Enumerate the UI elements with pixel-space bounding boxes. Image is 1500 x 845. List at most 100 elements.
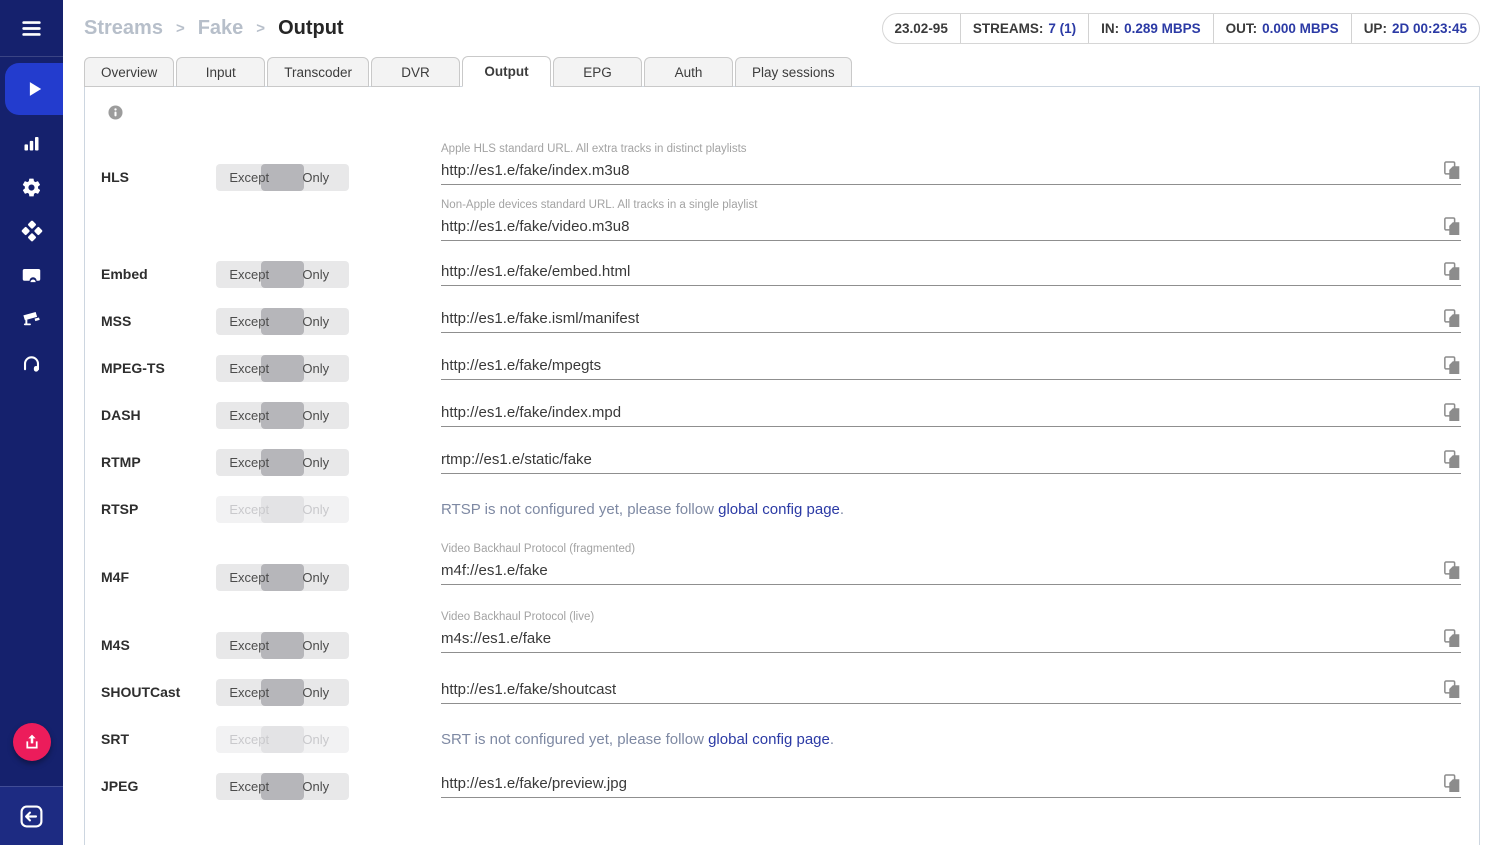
protocol-label: Embed bbox=[101, 261, 216, 282]
tab-auth[interactable]: Auth bbox=[644, 57, 733, 87]
upload-button[interactable] bbox=[13, 723, 51, 761]
url-field-group: http://es1.e/fake/index.mpd bbox=[441, 402, 1461, 427]
url-field: http://es1.e/fake/index.mpd bbox=[441, 402, 1461, 427]
except-only-toggle[interactable]: ExceptOnly bbox=[216, 679, 349, 706]
url-value[interactable]: http://es1.e/fake/embed.html bbox=[441, 263, 630, 280]
protocol-row-rtsp: RTSPExceptOnlyRTSP is not configured yet… bbox=[101, 496, 1461, 523]
breadcrumb-item-fake[interactable]: Fake bbox=[198, 17, 244, 40]
status-label: UP: bbox=[1364, 21, 1387, 36]
sidebar-item-cameras[interactable] bbox=[0, 297, 63, 341]
protocol-label: MSS bbox=[101, 308, 216, 329]
url-field-group: http://es1.e/fake.isml/manifest bbox=[441, 308, 1461, 333]
sidebar-item-settings[interactable] bbox=[0, 165, 63, 209]
output-list: HLSExceptOnlyApple HLS standard URL. All… bbox=[101, 143, 1461, 800]
main-area: Streams>Fake>Output 23.02-95STREAMS:7 (1… bbox=[63, 0, 1500, 845]
copy-button[interactable] bbox=[1444, 629, 1461, 648]
info-icon[interactable] bbox=[108, 105, 123, 120]
url-value[interactable]: m4f://es1.e/fake bbox=[441, 562, 548, 579]
except-only-toggle[interactable]: ExceptOnly bbox=[216, 402, 349, 429]
url-field-group: http://es1.e/fake/mpegts bbox=[441, 355, 1461, 380]
tab-input[interactable]: Input bbox=[176, 57, 265, 87]
except-only-toggle[interactable]: ExceptOnly bbox=[216, 449, 349, 476]
except-only-toggle[interactable]: ExceptOnly bbox=[216, 164, 349, 191]
protocol-fields: http://es1.e/fake/embed.html bbox=[441, 261, 1461, 286]
toggle-only-label: Only bbox=[283, 164, 350, 191]
status-bar: 23.02-95STREAMS:7 (1)IN:0.289 MBPSOUT:0.… bbox=[882, 13, 1480, 44]
except-only-toggle[interactable]: ExceptOnly bbox=[216, 632, 349, 659]
tab-epg[interactable]: EPG bbox=[553, 57, 642, 87]
protocol-fields: Video Backhaul Protocol (live)m4s://es1.… bbox=[441, 611, 1461, 653]
copy-button[interactable] bbox=[1444, 450, 1461, 469]
url-field: m4f://es1.e/fake bbox=[441, 560, 1461, 585]
gear-icon bbox=[21, 177, 42, 198]
url-field: http://es1.e/fake/mpegts bbox=[441, 355, 1461, 380]
url-value[interactable]: http://es1.e/fake/mpegts bbox=[441, 357, 601, 374]
copy-icon bbox=[1444, 356, 1461, 375]
global-config-link[interactable]: global config page bbox=[708, 731, 830, 748]
sidebar-item-cluster[interactable] bbox=[0, 209, 63, 253]
sidebar-item-support[interactable] bbox=[0, 341, 63, 385]
copy-button[interactable] bbox=[1444, 217, 1461, 236]
url-value[interactable]: http://es1.e/fake/preview.jpg bbox=[441, 775, 627, 792]
breadcrumb-item-output: Output bbox=[278, 17, 344, 40]
sidebar-spacer bbox=[0, 385, 63, 723]
global-config-link[interactable]: global config page bbox=[718, 501, 840, 518]
headphones-icon bbox=[21, 353, 42, 374]
not-configured-message: SRT is not configured yet, please follow… bbox=[441, 726, 1461, 748]
copy-button[interactable] bbox=[1444, 403, 1461, 422]
breadcrumb-item-streams[interactable]: Streams bbox=[84, 17, 163, 40]
camera-icon bbox=[21, 308, 43, 330]
protocol-fields: Video Backhaul Protocol (fragmented)m4f:… bbox=[441, 543, 1461, 585]
copy-button[interactable] bbox=[1444, 161, 1461, 180]
toggle-column: ExceptOnly bbox=[216, 679, 349, 706]
except-only-toggle[interactable]: ExceptOnly bbox=[216, 773, 349, 800]
url-value[interactable]: m4s://es1.e/fake bbox=[441, 630, 551, 647]
copy-button[interactable] bbox=[1444, 561, 1461, 580]
play-icon bbox=[21, 76, 47, 102]
tab-overview[interactable]: Overview bbox=[84, 57, 174, 87]
copy-button[interactable] bbox=[1444, 774, 1461, 793]
toggle-except-label: Except bbox=[216, 308, 283, 335]
url-value[interactable]: http://es1.e/fake/index.mpd bbox=[441, 404, 621, 421]
except-only-toggle[interactable]: ExceptOnly bbox=[216, 261, 349, 288]
menu-toggle-button[interactable] bbox=[0, 0, 63, 57]
page-header: Streams>Fake>Output 23.02-95STREAMS:7 (1… bbox=[63, 0, 1500, 56]
url-field-group: http://es1.e/fake/shoutcast bbox=[441, 679, 1461, 704]
protocol-label: SRT bbox=[101, 726, 216, 747]
output-panel: HLSExceptOnlyApple HLS standard URL. All… bbox=[84, 86, 1480, 845]
collapse-sidebar-button[interactable] bbox=[0, 786, 63, 845]
url-value[interactable]: http://es1.e/fake/index.m3u8 bbox=[441, 162, 629, 179]
copy-button[interactable] bbox=[1444, 680, 1461, 699]
url-value[interactable]: http://es1.e/fake/video.m3u8 bbox=[441, 218, 629, 235]
hamburger-menu-icon bbox=[19, 16, 44, 41]
toggle-except-label: Except bbox=[216, 355, 283, 382]
sidebar-item-streams[interactable] bbox=[5, 63, 63, 115]
tab-transcoder[interactable]: Transcoder bbox=[267, 57, 369, 87]
tab-dvr[interactable]: DVR bbox=[371, 57, 460, 87]
toggle-except-label: Except bbox=[216, 261, 283, 288]
toggle-except-label: Except bbox=[216, 564, 283, 591]
url-value[interactable]: rtmp://es1.e/static/fake bbox=[441, 451, 592, 468]
except-only-toggle[interactable]: ExceptOnly bbox=[216, 564, 349, 591]
monitor-icon bbox=[21, 265, 42, 286]
copy-icon bbox=[1444, 309, 1461, 328]
sidebar-item-statistics[interactable] bbox=[0, 121, 63, 165]
copy-button[interactable] bbox=[1444, 262, 1461, 281]
sidebar-nav bbox=[0, 57, 63, 385]
tab-play-sessions[interactable]: Play sessions bbox=[735, 57, 852, 87]
sidebar-item-devices[interactable] bbox=[0, 253, 63, 297]
toggle-except-label: Except bbox=[216, 632, 283, 659]
tab-output[interactable]: Output bbox=[462, 56, 551, 87]
url-value[interactable]: http://es1.e/fake/shoutcast bbox=[441, 681, 616, 698]
except-only-toggle[interactable]: ExceptOnly bbox=[216, 308, 349, 335]
url-value[interactable]: http://es1.e/fake.isml/manifest bbox=[441, 310, 639, 327]
copy-button[interactable] bbox=[1444, 356, 1461, 375]
copy-button[interactable] bbox=[1444, 309, 1461, 328]
toggle-only-label: Only bbox=[283, 773, 350, 800]
protocol-row-dash: DASHExceptOnlyhttp://es1.e/fake/index.mp… bbox=[101, 402, 1461, 429]
status-value: 0.289 MBPS bbox=[1124, 21, 1201, 36]
except-only-toggle[interactable]: ExceptOnly bbox=[216, 355, 349, 382]
toggle-except-label: Except bbox=[216, 449, 283, 476]
breadcrumb-separator: > bbox=[176, 20, 185, 37]
toggle-column: ExceptOnly bbox=[216, 164, 349, 191]
